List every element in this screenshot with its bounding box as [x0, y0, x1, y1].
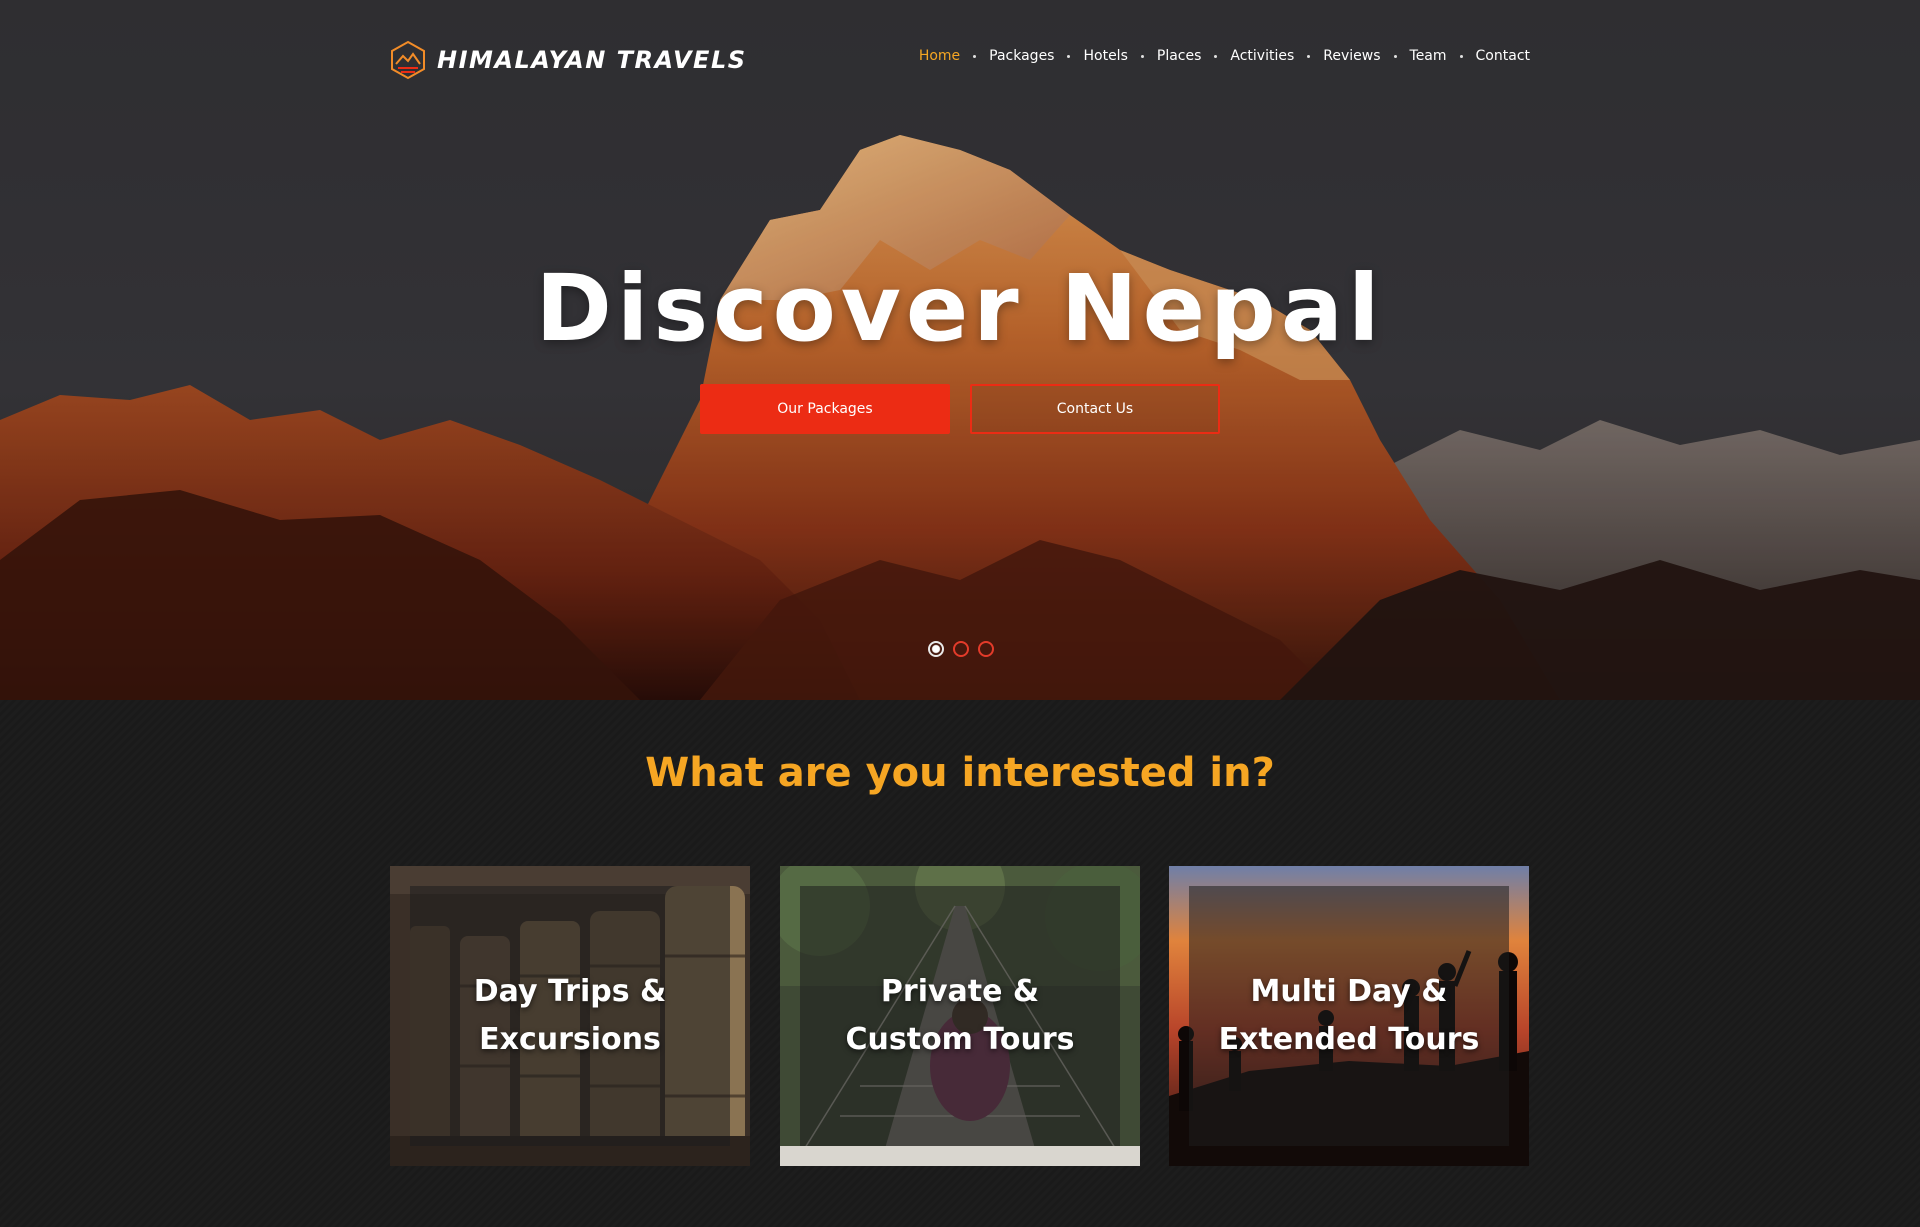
main-nav: Home Packages Hotels Places Activities R… [919, 48, 1530, 64]
nav-separator [973, 54, 977, 58]
nav-separator [1067, 54, 1071, 58]
nav-activities[interactable]: Activities [1230, 48, 1294, 64]
nav-separator [1393, 54, 1397, 58]
brand-logo[interactable]: HIMALAYAN TRAVELS [389, 40, 747, 80]
nav-home[interactable]: Home [919, 48, 960, 64]
card-day-trips[interactable]: Day Trips & Excursions [390, 866, 750, 1166]
card-title-line-1: Day Trips & [473, 974, 667, 1009]
nav-separator [1307, 54, 1311, 58]
slider-pagination [928, 641, 994, 657]
card-title-line-1: Multi Day & [1250, 974, 1448, 1009]
interests-section: What are you interested in? Day Trips & … [0, 700, 1920, 1227]
nav-reviews[interactable]: Reviews [1323, 48, 1380, 64]
hero-title: Discover Nepal [535, 255, 1385, 362]
hero-section: HIMALAYAN TRAVELS Home Packages Hotels P… [0, 0, 1920, 700]
nav-separator [1214, 54, 1218, 58]
nav-packages[interactable]: Packages [989, 48, 1054, 64]
card-label: Day Trips & Excursions [390, 866, 750, 1166]
nav-places[interactable]: Places [1157, 48, 1202, 64]
card-label: Multi Day & Extended Tours [1169, 866, 1529, 1166]
card-title-line-2: Extended Tours [1218, 1022, 1480, 1057]
mountain-hexagon-icon [391, 40, 425, 80]
card-private-tours[interactable]: Private & Custom Tours [780, 866, 1140, 1166]
brand-name: HIMALAYAN TRAVELS [437, 46, 747, 74]
slide-dot-2[interactable] [953, 641, 969, 657]
slide-dot-1[interactable] [928, 641, 944, 657]
section-title: What are you interested in? [645, 750, 1275, 796]
nav-separator [1459, 54, 1463, 58]
card-title-line-2: Custom Tours [845, 1022, 1075, 1057]
nav-hotels[interactable]: Hotels [1083, 48, 1127, 64]
card-title-line-2: Excursions [479, 1022, 661, 1057]
slide-dot-3[interactable] [978, 641, 994, 657]
nav-separator [1140, 54, 1144, 58]
site-header: HIMALAYAN TRAVELS Home Packages Hotels P… [0, 0, 1920, 120]
card-multi-day-tours[interactable]: Multi Day & Extended Tours [1169, 866, 1529, 1166]
our-packages-button[interactable]: Our Packages [700, 384, 950, 434]
nav-contact[interactable]: Contact [1476, 48, 1530, 64]
contact-us-button[interactable]: Contact Us [970, 384, 1220, 434]
card-label: Private & Custom Tours [780, 866, 1140, 1166]
card-title-line-1: Private & [880, 974, 1040, 1009]
nav-team[interactable]: Team [1410, 48, 1447, 64]
